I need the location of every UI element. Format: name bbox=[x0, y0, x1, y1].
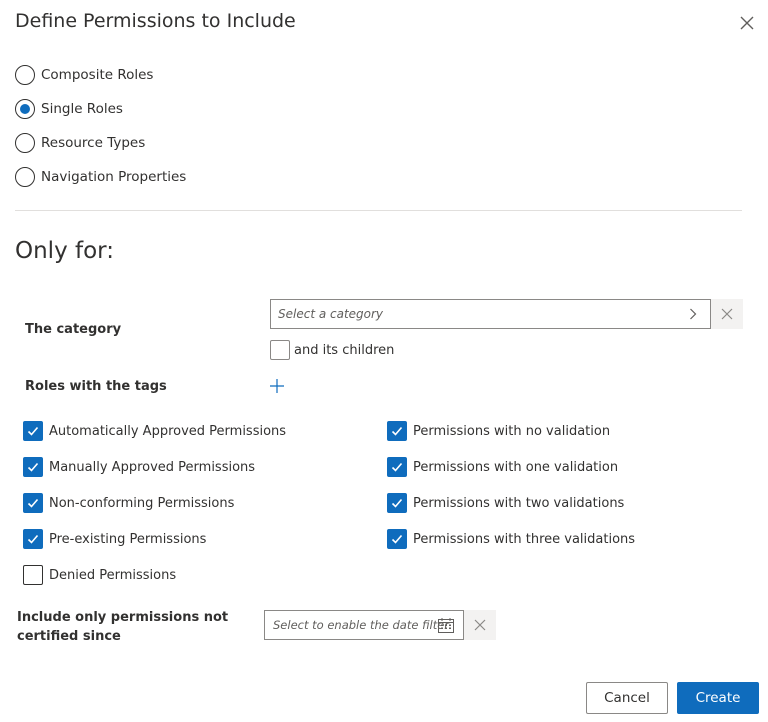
checkbox-three-validations[interactable]: Permissions with three validations bbox=[387, 528, 635, 550]
checkbox[interactable] bbox=[23, 529, 43, 549]
checkbox-manually-approved[interactable]: Manually Approved Permissions bbox=[23, 456, 255, 478]
checkbox[interactable] bbox=[23, 421, 43, 441]
checkbox[interactable] bbox=[387, 421, 407, 441]
checkbox[interactable] bbox=[23, 457, 43, 477]
checkmark-icon bbox=[27, 534, 39, 544]
date-placeholder: Select to enable the date filter bbox=[273, 618, 450, 632]
radio-composite-roles[interactable]: Composite Roles bbox=[15, 63, 153, 87]
checkbox-label: Permissions with one validation bbox=[413, 459, 619, 475]
radio-navigation-properties[interactable]: Navigation Properties bbox=[15, 165, 186, 189]
radio-label: Single Roles bbox=[41, 101, 123, 117]
category-label: The category bbox=[25, 322, 122, 337]
radio-button[interactable] bbox=[15, 167, 35, 187]
section-title: Only for: bbox=[15, 238, 114, 264]
checkbox-one-validation[interactable]: Permissions with one validation bbox=[387, 456, 618, 478]
checkmark-icon bbox=[391, 426, 403, 436]
radio-label: Resource Types bbox=[41, 135, 146, 151]
category-input[interactable]: Select a category bbox=[270, 299, 711, 329]
chevron-right-icon[interactable] bbox=[686, 307, 700, 321]
close-button[interactable] bbox=[736, 12, 758, 34]
certified-label-line1: Include only permissions not bbox=[17, 610, 229, 625]
date-filter-input[interactable]: Select to enable the date filter bbox=[264, 610, 464, 640]
children-checkbox[interactable] bbox=[270, 340, 290, 360]
category-placeholder: Select a category bbox=[278, 307, 384, 321]
tags-label: Roles with the tags bbox=[25, 379, 167, 394]
checkmark-icon bbox=[391, 462, 403, 472]
dialog-title: Define Permissions to Include bbox=[15, 10, 296, 32]
checkbox-label: Automatically Approved Permissions bbox=[49, 423, 287, 439]
checkbox-pre-existing[interactable]: Pre-existing Permissions bbox=[23, 528, 206, 550]
clear-category-button[interactable] bbox=[711, 299, 743, 329]
calendar-icon[interactable] bbox=[438, 618, 454, 633]
checkbox-label: Non-conforming Permissions bbox=[49, 495, 235, 511]
checkmark-icon bbox=[27, 426, 39, 436]
checkbox-automatically-approved[interactable]: Automatically Approved Permissions bbox=[23, 420, 286, 442]
checkmark-icon bbox=[27, 498, 39, 508]
checkbox-denied[interactable]: Denied Permissions bbox=[23, 564, 176, 586]
divider bbox=[15, 210, 742, 211]
clear-icon[interactable] bbox=[474, 619, 486, 631]
checkbox-label: Permissions with two validations bbox=[413, 495, 625, 511]
checkbox[interactable] bbox=[23, 565, 43, 585]
clear-icon[interactable] bbox=[721, 308, 733, 320]
radio-label: Navigation Properties bbox=[41, 169, 187, 185]
checkbox-label: Permissions with no validation bbox=[413, 423, 611, 439]
create-button[interactable]: Create bbox=[677, 682, 759, 714]
checkbox-label: Pre-existing Permissions bbox=[49, 531, 207, 547]
checkbox-label: Denied Permissions bbox=[49, 567, 177, 583]
radio-button[interactable] bbox=[15, 65, 35, 85]
checkbox-two-validations[interactable]: Permissions with two validations bbox=[387, 492, 624, 514]
plus-icon[interactable] bbox=[269, 378, 285, 394]
clear-date-button[interactable] bbox=[464, 610, 496, 640]
children-checkbox-label: and its children bbox=[294, 343, 395, 358]
checkbox-non-conforming[interactable]: Non-conforming Permissions bbox=[23, 492, 234, 514]
radio-single-roles[interactable]: Single Roles bbox=[15, 97, 123, 121]
close-icon[interactable] bbox=[740, 16, 754, 30]
checkbox[interactable] bbox=[387, 457, 407, 477]
certified-label-line2: certified since bbox=[17, 629, 121, 644]
radio-button[interactable] bbox=[15, 133, 35, 153]
cancel-button[interactable]: Cancel bbox=[586, 682, 668, 714]
add-tag-button[interactable] bbox=[268, 377, 286, 395]
checkbox[interactable] bbox=[387, 493, 407, 513]
checkbox-label: Permissions with three validations bbox=[413, 531, 636, 547]
checkbox[interactable] bbox=[23, 493, 43, 513]
checkbox-label: Manually Approved Permissions bbox=[49, 459, 256, 475]
checkmark-icon bbox=[391, 534, 403, 544]
radio-label: Composite Roles bbox=[41, 67, 154, 83]
checkbox-no-validation[interactable]: Permissions with no validation bbox=[387, 420, 610, 442]
radio-resource-types[interactable]: Resource Types bbox=[15, 131, 145, 155]
checkmark-icon bbox=[27, 462, 39, 472]
checkbox[interactable] bbox=[387, 529, 407, 549]
radio-button[interactable] bbox=[15, 99, 35, 119]
checkmark-icon bbox=[391, 498, 403, 508]
